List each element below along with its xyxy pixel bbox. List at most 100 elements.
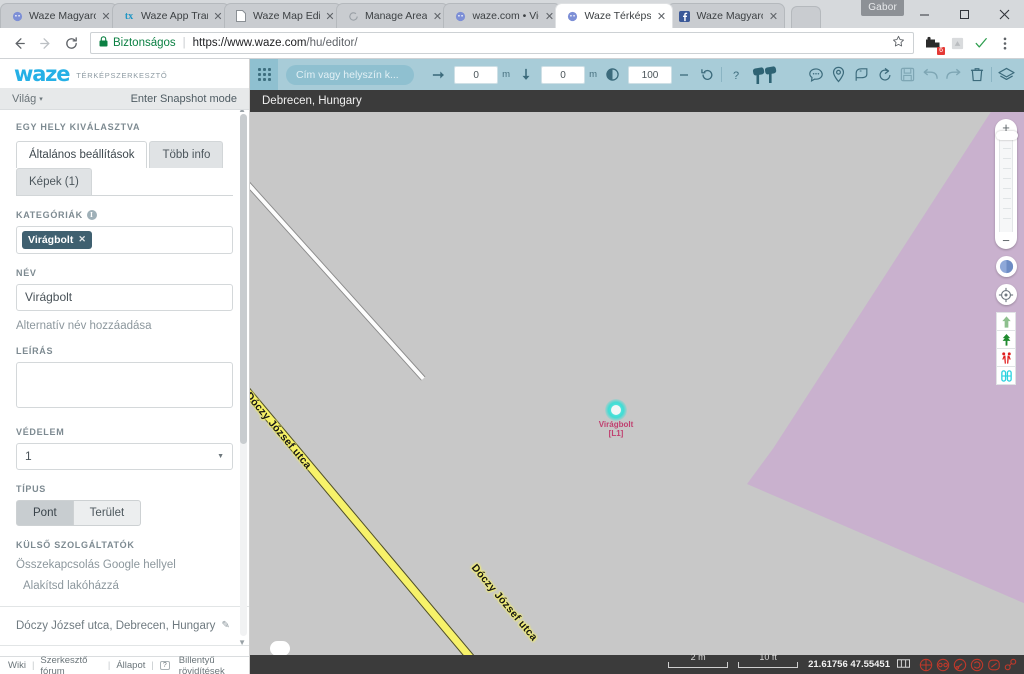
problem-circle-4-icon[interactable] [969, 657, 984, 672]
zoom-handle[interactable] [996, 131, 1018, 140]
browser-tab[interactable]: Waze Magyarorszá✕ [0, 3, 118, 28]
map-road-yellow[interactable] [250, 376, 543, 674]
maximize-button[interactable] [944, 0, 984, 28]
protection-select[interactable]: 1 ▼ [16, 442, 233, 470]
opacity-input[interactable]: 100 [628, 65, 672, 84]
url-input[interactable]: Biztonságos | https://www.waze.com/hu/ed… [90, 32, 914, 54]
map-area-polygon[interactable] [747, 112, 1024, 674]
undo-arrow-icon[interactable] [919, 59, 942, 90]
back-icon[interactable] [6, 30, 32, 56]
type-option[interactable]: Terület [73, 499, 142, 526]
snapshot-mode-button[interactable]: Enter Snapshot mode [131, 93, 237, 105]
color-picker-icon[interactable] [995, 256, 1017, 277]
browser-tab[interactable]: Waze Magyarorszá✕ [667, 3, 786, 28]
waze-logo[interactable]: waze [14, 62, 70, 86]
name-input[interactable] [16, 283, 233, 311]
tree-green-icon[interactable] [996, 330, 1016, 349]
type-option[interactable]: Pont [16, 499, 74, 526]
undo-icon[interactable] [695, 59, 718, 90]
residential-link[interactable]: Alakítsd lakóházzá [23, 580, 233, 592]
google-link[interactable]: Összekapcsolás Google hellyel [16, 559, 233, 571]
search-input[interactable]: Cím vagy helyszín k... [286, 64, 414, 85]
edit-pencil-icon[interactable]: ✎ [221, 620, 229, 631]
close-icon[interactable]: ✕ [430, 9, 444, 23]
trash-icon[interactable] [965, 59, 988, 90]
ruler-icon[interactable] [897, 658, 910, 672]
category-chip[interactable]: Virágbolt ✕ [22, 230, 92, 249]
layer-toggle-stack [996, 312, 1016, 385]
panel-scrollbar[interactable]: ▲ ▼ [238, 110, 247, 647]
description-textarea[interactable] [16, 361, 233, 408]
panel-tab[interactable]: Több info [149, 140, 224, 168]
cyan-chain-icon[interactable] [996, 366, 1016, 385]
keyboard-key-icon: ? [159, 661, 170, 670]
close-icon[interactable]: ✕ [766, 9, 780, 23]
y-offset-input[interactable]: 0 [541, 65, 586, 84]
redo-arrow-icon[interactable] [942, 59, 965, 90]
close-button[interactable] [984, 0, 1024, 28]
apps-grid-icon[interactable] [250, 59, 278, 90]
roadblock-icon[interactable] [748, 59, 782, 90]
problem-link-icon[interactable] [1003, 657, 1018, 672]
forum-link[interactable]: Szerkesztő fórum [40, 655, 101, 674]
crosshair-icon[interactable] [995, 284, 1017, 305]
shortcuts-link[interactable]: Billentyű rövidítések [179, 655, 249, 674]
wiki-link[interactable]: Wiki [8, 660, 26, 671]
close-icon[interactable]: ✕ [211, 9, 225, 23]
rotate-handle-icon[interactable] [672, 59, 695, 90]
extension-icon[interactable]: 6 [922, 32, 945, 55]
info-icon[interactable]: i [86, 209, 97, 220]
close-icon[interactable]: ✕ [654, 9, 668, 23]
zoom-out-button[interactable]: − [995, 232, 1017, 249]
scroll-down-icon[interactable]: ▼ [238, 638, 246, 647]
junction-icon[interactable] [873, 59, 896, 90]
categories-input[interactable]: Virágbolt ✕ [16, 225, 233, 254]
problem-circle-2-icon[interactable] [935, 657, 950, 672]
panel-tab[interactable]: Képek (1) [16, 167, 92, 195]
close-icon[interactable]: ✕ [323, 9, 337, 23]
layers-icon[interactable] [995, 59, 1018, 90]
problem-circle-3-icon[interactable] [952, 657, 967, 672]
alt-name-link[interactable]: Alternatív név hozzáadása [16, 320, 233, 332]
browser-tab[interactable]: Manage Area ✕ [336, 3, 450, 28]
chat-icon[interactable] [804, 59, 827, 90]
place-pin-icon[interactable] [827, 59, 850, 90]
close-icon[interactable]: ✕ [99, 9, 113, 23]
protection-field: VÉDELEM 1 ▼ [16, 427, 233, 470]
help-icon[interactable]: ? [725, 59, 748, 90]
map-chat-bubble-icon[interactable] [270, 641, 290, 660]
save-icon[interactable] [896, 59, 919, 90]
close-icon[interactable]: ✕ [78, 234, 86, 245]
world-selector-label: Világ [12, 92, 37, 105]
browser-menu-icon[interactable] [992, 30, 1018, 56]
browser-tab[interactable]: Waze Map Editor -✕ [224, 3, 342, 28]
description-label: LEÍRÁS [16, 345, 54, 356]
close-icon[interactable]: ✕ [542, 9, 556, 23]
zoom-slider[interactable]: + − [995, 119, 1018, 249]
poi-marker[interactable]: Virágbolt [L1] [599, 399, 633, 438]
zoom-track[interactable] [996, 131, 1018, 232]
world-selector[interactable]: Világ ▾ [12, 93, 43, 105]
map-canvas[interactable]: Dóczy József utca Dóczy József utca Virá… [250, 112, 1024, 674]
new-tab-button[interactable] [791, 6, 822, 28]
second-extension-icon[interactable] [946, 32, 968, 54]
type-field: TÍPUS Pont Terület [16, 484, 233, 526]
map-road-white[interactable] [250, 124, 426, 381]
road-draw-icon[interactable] [850, 59, 873, 90]
browser-tab[interactable]: tx Waze App Translat✕ [112, 3, 230, 28]
reload-icon[interactable] [58, 30, 84, 56]
problem-circle-1-icon[interactable] [918, 657, 933, 672]
pedestrian-red-icon[interactable] [996, 348, 1016, 367]
status-link[interactable]: Állapot [116, 660, 145, 671]
checkmark-icon[interactable] [970, 32, 992, 54]
scrollbar-thumb[interactable] [240, 113, 247, 444]
browser-tab[interactable]: waze.com • View fo✕ [443, 3, 562, 28]
poi-dot [611, 405, 621, 415]
panel-tab[interactable]: Általános beállítások [16, 140, 148, 168]
arrow-up-green-icon[interactable] [996, 312, 1016, 331]
bookmark-star-icon[interactable] [892, 35, 905, 51]
x-offset-input[interactable]: 0 [454, 65, 499, 84]
minimize-button[interactable] [904, 0, 944, 28]
browser-tab[interactable]: Waze Térképszerke✕ [555, 3, 674, 28]
problem-circle-5-icon[interactable] [986, 657, 1001, 672]
